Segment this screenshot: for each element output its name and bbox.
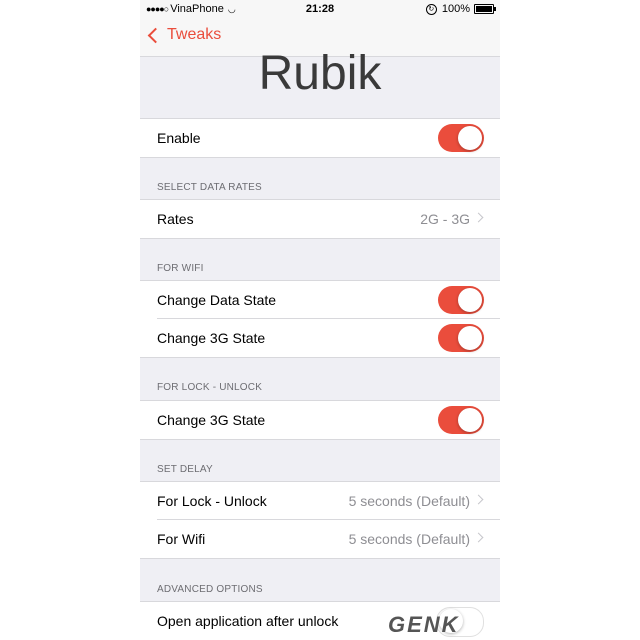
toggle-knob	[458, 408, 482, 432]
battery-icon	[474, 4, 496, 14]
delay-lock-unlock-value: 5 seconds (Default)	[348, 493, 470, 509]
section-header-data-rates: SELECT DATA RATES	[157, 182, 262, 193]
wifi-change-3g-state-label: Change 3G State	[157, 330, 266, 346]
delay-lock-unlock-label: For Lock - Unlock	[157, 493, 267, 509]
lock-change-3g-state-toggle[interactable]	[438, 406, 484, 434]
section-header-delay: SET DELAY	[157, 464, 213, 475]
rates-label: Rates	[157, 211, 194, 227]
chevron-right-icon	[473, 494, 484, 505]
watermark-logo: GENK	[388, 612, 460, 637]
section-header-wifi: FOR WIFI	[157, 263, 204, 274]
back-button-label: Tweaks	[167, 26, 222, 43]
enable-toggle[interactable]	[438, 124, 484, 152]
section-header-lock-unlock: FOR LOCK - UNLOCK	[157, 382, 263, 393]
toggle-knob	[458, 126, 482, 150]
wifi-change-data-state-row: Change Data State	[140, 280, 500, 319]
wifi-change-3g-state-toggle[interactable]	[438, 324, 484, 352]
page-title: Rubik	[258, 47, 382, 100]
rotation-lock-icon: ↻	[425, 3, 437, 15]
battery-percent: 100%	[441, 3, 470, 15]
lock-change-3g-state-row: Change 3G State	[140, 400, 500, 440]
delay-lock-unlock-row[interactable]: For Lock - Unlock 5 seconds (Default)	[140, 481, 500, 520]
back-button[interactable]: Tweaks	[147, 26, 222, 44]
status-bar: ●●●●○ VinaPhone ◡ 21:28 ↻ 100%	[140, 0, 500, 18]
chevron-right-icon	[473, 212, 484, 223]
delay-wifi-row[interactable]: For Wifi 5 seconds (Default)	[140, 520, 500, 559]
phone-screen: ●●●●○ VinaPhone ◡ 21:28 ↻ 100% Tweaks Ru…	[140, 0, 500, 640]
wifi-change-data-state-toggle[interactable]	[438, 286, 484, 314]
rates-value: 2G - 3G	[420, 211, 470, 227]
toggle-knob	[458, 326, 482, 350]
toggle-knob	[458, 288, 482, 312]
chevron-right-icon	[473, 532, 484, 543]
delay-wifi-value: 5 seconds (Default)	[348, 531, 470, 547]
status-right: ↻ 100%	[425, 3, 496, 15]
chevron-left-icon	[147, 27, 164, 44]
rates-row[interactable]: Rates 2G - 3G	[140, 199, 500, 239]
enable-label: Enable	[157, 130, 201, 146]
wifi-change-data-state-label: Change Data State	[157, 292, 277, 308]
section-header-advanced: ADVANCED OPTIONS	[157, 584, 263, 595]
enable-row: Enable	[140, 118, 500, 158]
lock-change-3g-state-label: Change 3G State	[157, 412, 266, 428]
open-app-after-unlock-label: Open application after unlock	[157, 613, 339, 629]
wifi-change-3g-state-row: Change 3G State	[140, 319, 500, 358]
delay-wifi-label: For Wifi	[157, 531, 206, 547]
